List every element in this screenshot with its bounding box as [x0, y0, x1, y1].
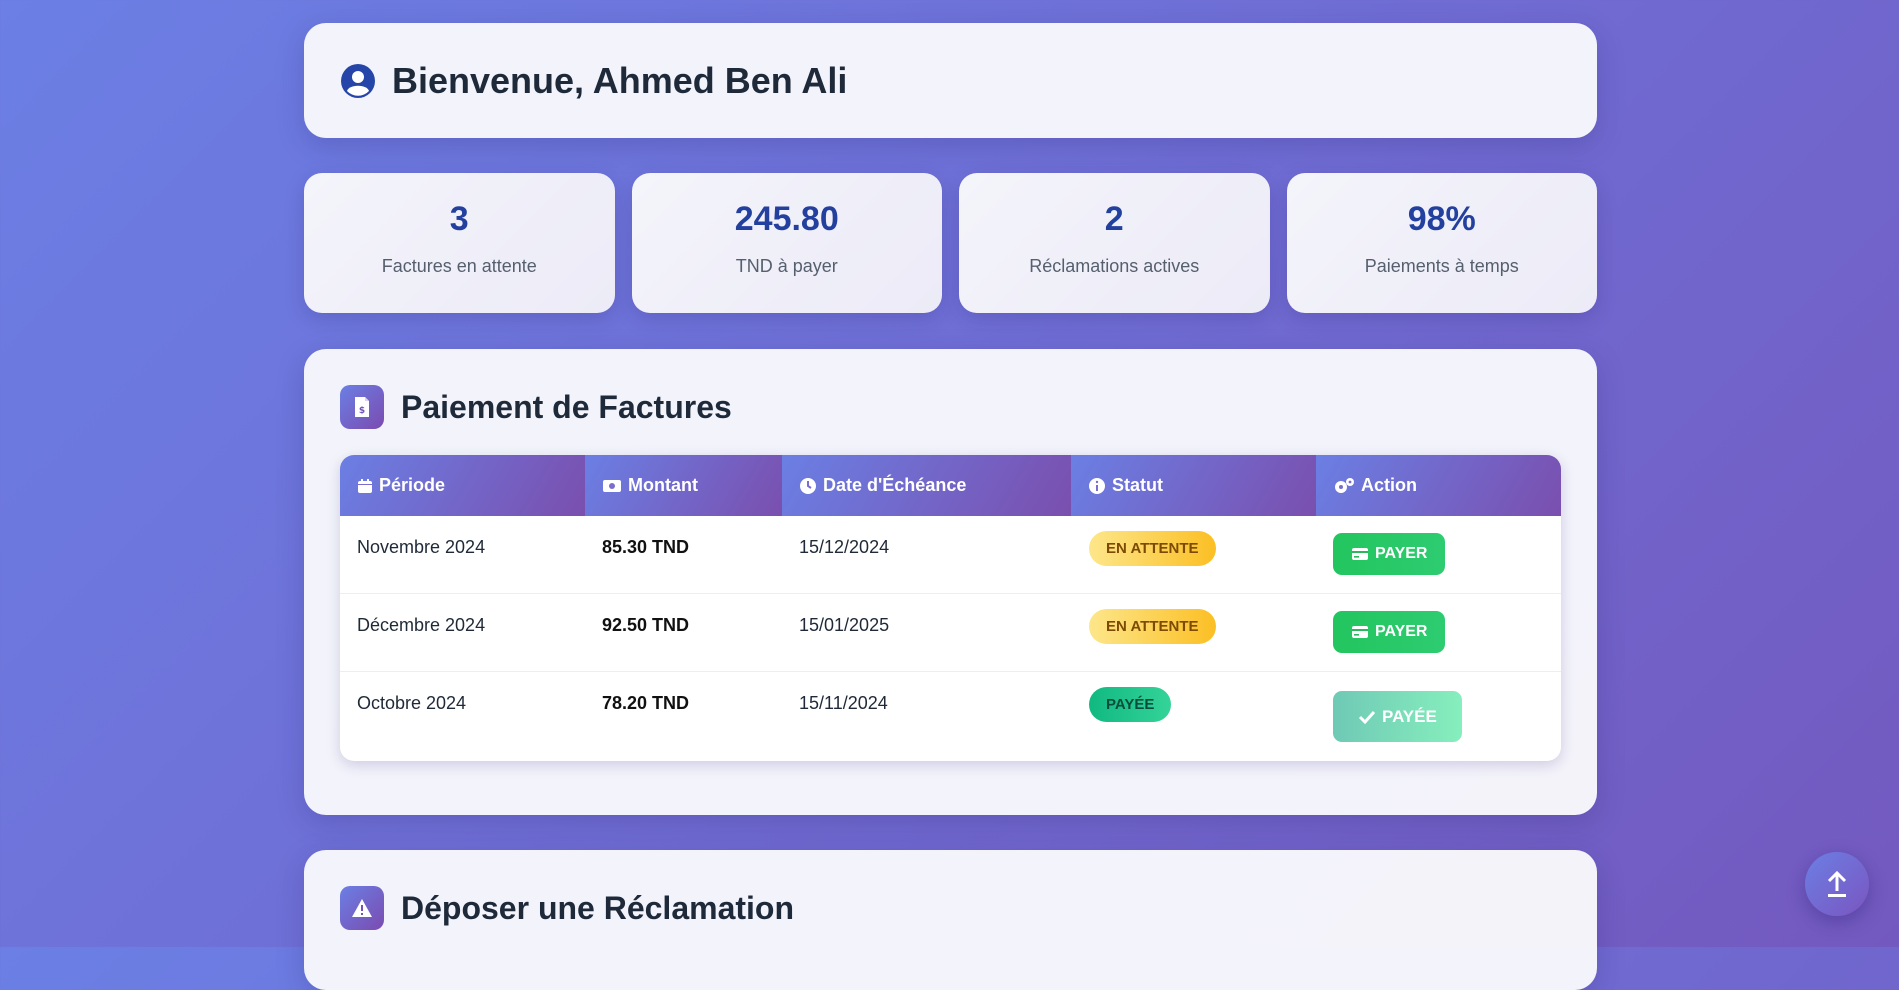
cell-action: PAYER [1316, 594, 1561, 671]
stat-card-amount-due: 245.80 TND à payer [631, 173, 942, 313]
complaint-header: Déposer une Réclamation [340, 886, 1561, 930]
table-row: Décembre 2024 92.50 TND 15/01/2025 EN AT… [340, 594, 1561, 672]
column-label: Période [379, 475, 446, 495]
cell-action: PAYER [1316, 516, 1561, 593]
stat-label: Réclamations actives [1029, 255, 1200, 276]
scroll-to-top-button[interactable] [1805, 852, 1869, 916]
cell-period: Octobre 2024 [357, 693, 467, 713]
cell-amount: 85.30 TND [602, 537, 690, 557]
svg-text:$: $ [359, 406, 365, 416]
complaint-title: Déposer une Réclamation [401, 889, 794, 926]
stats-row: 3 Factures en attente 245.80 TND à payer… [304, 173, 1597, 313]
welcome-card: Bienvenue, Ahmed Ben Ali [304, 23, 1597, 138]
stat-value: 2 [1104, 199, 1124, 238]
gears-icon [1335, 477, 1354, 493]
table-row: Novembre 2024 85.30 TND 15/12/2024 EN AT… [340, 516, 1561, 594]
stat-card-active-complaints: 2 Réclamations actives [959, 173, 1270, 313]
status-badge: PAYÉE [1089, 687, 1172, 722]
credit-card-icon [1352, 548, 1368, 560]
cell-due-date: 15/01/2025 [799, 615, 890, 635]
column-header-action[interactable]: Action [1316, 455, 1561, 516]
stat-label: TND à payer [735, 255, 838, 276]
cell-status: EN ATTENTE [1071, 594, 1316, 671]
column-label: Montant [628, 475, 698, 495]
stat-card-on-time-payments: 98% Paiements à temps [1286, 173, 1597, 313]
payments-header: $ Paiement de Factures [340, 385, 1561, 429]
complaint-card: Déposer une Réclamation [304, 850, 1597, 990]
clock-icon [800, 477, 816, 494]
stat-value: 98% [1407, 199, 1476, 238]
stat-value: 245.80 [734, 199, 839, 238]
arrow-up-icon [1827, 870, 1847, 897]
warning-icon [340, 886, 384, 930]
stat-card-pending-invoices: 3 Factures en attente [304, 173, 615, 313]
column-header-period[interactable]: Période [340, 455, 585, 516]
credit-card-icon [1352, 626, 1368, 638]
pay-button[interactable]: PAYER [1333, 533, 1446, 575]
column-header-status[interactable]: Statut [1071, 455, 1316, 516]
paid-button[interactable]: PAYÉE [1333, 691, 1462, 742]
cell-period: Décembre 2024 [357, 615, 486, 635]
invoice-icon: $ [340, 385, 384, 429]
pay-button-label: PAYER [1375, 545, 1428, 562]
stat-value: 3 [449, 199, 469, 238]
cell-status: PAYÉE [1071, 672, 1316, 761]
calendar-icon [358, 478, 372, 493]
check-icon [1358, 710, 1376, 724]
column-header-due-date[interactable]: Date d'Échéance [782, 455, 1071, 516]
user-circle-icon [341, 63, 375, 98]
column-label: Action [1361, 475, 1417, 495]
welcome-title: Bienvenue, Ahmed Ben Ali [392, 59, 848, 101]
column-label: Statut [1112, 475, 1163, 495]
status-badge: EN ATTENTE [1089, 609, 1216, 644]
status-badge: EN ATTENTE [1089, 531, 1216, 566]
info-icon [1089, 477, 1105, 494]
stat-label: Paiements à temps [1364, 255, 1519, 276]
column-header-amount[interactable]: Montant [585, 455, 782, 516]
invoices-table: Période Montant Date d'Échéance Statut A… [340, 455, 1561, 761]
payments-card: $ Paiement de Factures Période Montant D… [304, 349, 1597, 815]
cell-status: EN ATTENTE [1071, 516, 1316, 593]
cell-period: Novembre 2024 [357, 537, 486, 557]
table-header: Période Montant Date d'Échéance Statut A… [340, 455, 1561, 516]
cell-amount: 78.20 TND [602, 693, 690, 713]
pay-button[interactable]: PAYER [1333, 611, 1446, 653]
column-label: Date d'Échéance [823, 475, 967, 495]
cell-due-date: 15/11/2024 [799, 693, 888, 713]
paid-button-label: PAYÉE [1382, 706, 1437, 726]
money-icon [603, 479, 621, 492]
stat-label: Factures en attente [381, 255, 537, 276]
cell-due-date: 15/12/2024 [799, 537, 890, 557]
table-row: Octobre 2024 78.20 TND 15/11/2024 PAYÉE … [340, 672, 1561, 761]
cell-amount: 92.50 TND [602, 615, 690, 635]
payments-title: Paiement de Factures [401, 388, 732, 425]
pay-button-label: PAYER [1375, 623, 1428, 640]
cell-action: PAYÉE [1316, 672, 1561, 761]
